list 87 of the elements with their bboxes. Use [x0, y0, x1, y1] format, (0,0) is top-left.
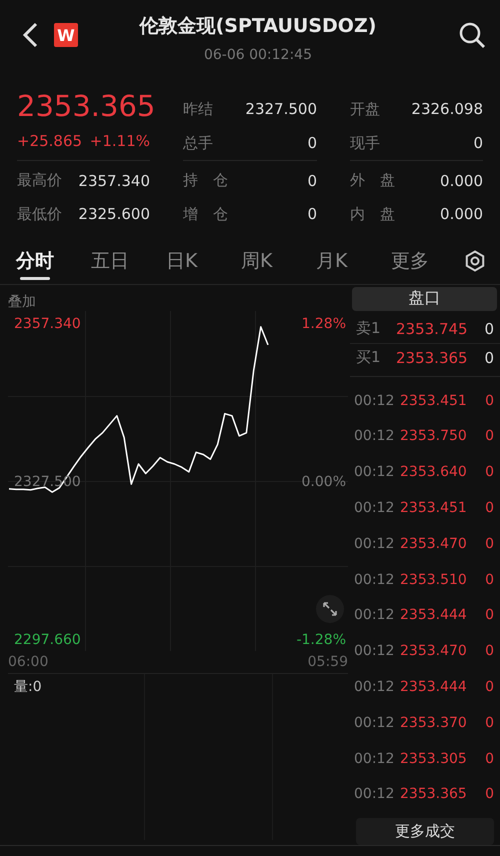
stat-value: 0 [307, 134, 317, 152]
quote-price: 2353.745 [396, 320, 469, 338]
price-axis-label: 2297.660 [14, 631, 81, 649]
percent-axis-label: -1.28% [296, 631, 346, 649]
stat-value: 0.000 [440, 205, 483, 223]
stat-value: 2357.340 [78, 172, 150, 190]
percent-axis-label: 0.00% [302, 473, 346, 491]
trade-price: 2353.510 [400, 572, 468, 588]
search-icon[interactable] [458, 21, 486, 49]
percent-change: +1.11% [90, 132, 150, 150]
trade-time: 00:12 [354, 714, 396, 731]
chart-tab[interactable]: 周K [239, 240, 314, 282]
stat-label: 持 仓 [183, 171, 228, 190]
trade-time: 00:12 [354, 786, 396, 802]
stat-label: 外 盘 [350, 171, 395, 190]
trade-time: 00:12 [354, 536, 396, 552]
trade-price: 2353.750 [400, 428, 468, 444]
trade-price: 2353.640 [400, 464, 468, 480]
trade-volume: 0 [485, 643, 494, 660]
time-axis-label: 05:59 [308, 654, 348, 670]
stat-value: 2327.500 [245, 100, 317, 118]
stat-label: 昨结 [183, 100, 213, 118]
trade-volume: 0 [485, 428, 494, 444]
timestamp: 06-06 00:12:45 [204, 47, 312, 63]
percent-axis-label: 1.28% [302, 315, 346, 333]
stat-label: 最低价 [17, 204, 62, 224]
stat-value: 2325.600 [78, 205, 150, 223]
app-logo: W [54, 23, 78, 47]
quote-volume: 0 [484, 320, 494, 338]
quote-label: 卖1 [356, 319, 382, 338]
expand-icon[interactable] [316, 595, 344, 623]
more-trades-button[interactable]: 更多成交 [356, 818, 494, 845]
quote-label: 买1 [356, 348, 382, 368]
trade-volume: 0 [485, 392, 494, 409]
price-axis-label: 2357.340 [14, 315, 81, 333]
trade-time: 00:12 [354, 572, 396, 588]
order-book-button[interactable]: 盘口 [352, 287, 497, 311]
stat-label: 现手 [350, 134, 380, 152]
stat-label: 开盘 [350, 100, 380, 118]
trade-price: 2353.444 [400, 607, 468, 624]
trade-price: 2353.470 [400, 536, 468, 552]
trade-time: 00:12 [354, 679, 396, 696]
stat-value: 0 [307, 172, 317, 190]
trade-volume: 0 [485, 500, 494, 516]
stat-label: 总手 [183, 134, 213, 152]
trade-time: 00:12 [354, 643, 396, 660]
trade-volume: 0 [485, 714, 494, 731]
volume-label: 量:0 [14, 678, 42, 696]
time-axis-label: 06:00 [8, 654, 48, 670]
trade-time: 00:12 [354, 392, 396, 409]
chart-tab[interactable]: 月K [314, 240, 389, 282]
trade-time: 00:12 [354, 500, 396, 516]
trade-volume: 0 [485, 572, 494, 588]
stat-value: 0.000 [440, 172, 483, 190]
quote-volume: 0 [484, 348, 494, 367]
trade-time: 00:12 [354, 464, 396, 480]
trade-price: 2353.470 [400, 643, 468, 660]
chart-tab[interactable]: 五日 [89, 240, 164, 282]
stat-value: 2326.098 [411, 100, 483, 118]
chart-tab[interactable]: 日K [164, 240, 239, 282]
trade-price: 2353.451 [400, 500, 468, 516]
trade-volume: 0 [485, 464, 494, 480]
price-change: +25.865 [17, 132, 82, 150]
trade-price: 2353.365 [400, 786, 468, 802]
chart-tab[interactable]: 分时 [14, 240, 89, 282]
trade-time: 00:12 [354, 428, 396, 444]
trade-volume: 0 [485, 750, 494, 767]
trade-price: 2353.451 [400, 392, 468, 409]
trade-volume: 0 [485, 786, 494, 802]
stat-label: 增 仓 [183, 204, 228, 224]
stat-label: 最高价 [17, 171, 62, 190]
trade-volume: 0 [485, 607, 494, 624]
window-title: 伦敦金现(SPTAUUSDOZ) [140, 14, 376, 39]
overlay-button[interactable]: 叠加 [0, 285, 348, 313]
trade-time: 00:12 [354, 607, 396, 624]
settings-icon[interactable] [464, 250, 486, 272]
trade-volume: 0 [485, 536, 494, 552]
chart-tab[interactable]: 更多 [389, 240, 464, 282]
trade-volume: 0 [485, 679, 494, 696]
stat-value: 0 [307, 205, 317, 223]
trade-price: 2353.370 [400, 714, 468, 731]
trade-time: 00:12 [354, 750, 396, 767]
trade-price: 2353.444 [400, 679, 468, 696]
stat-value: 0 [473, 134, 483, 152]
stat-label: 内 盘 [350, 204, 395, 224]
quote-price: 2353.365 [396, 348, 469, 367]
trade-price: 2353.305 [400, 750, 468, 767]
